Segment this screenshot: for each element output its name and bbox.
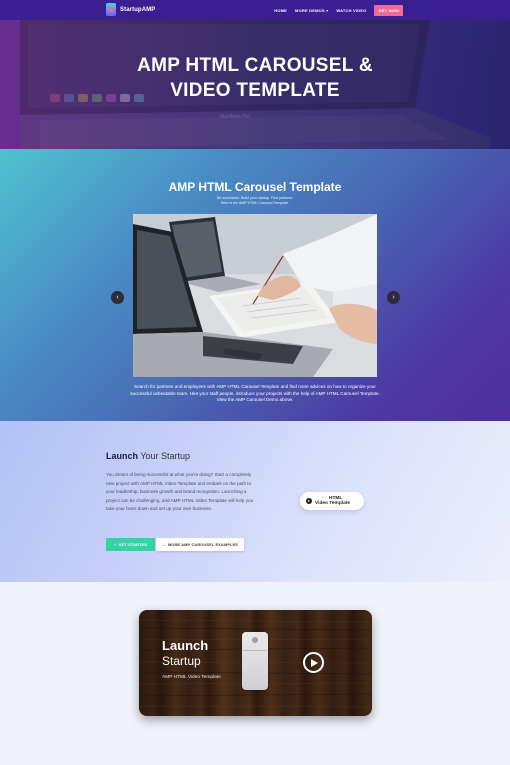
more-carousel-examples-button[interactable]: → MORE AMP CAROUSEL EXAMPLES (156, 538, 244, 551)
video-player[interactable]: Launch Startup AMP HTML Video Template (139, 610, 372, 716)
carousel-description: Search for partners and employees with A… (105, 384, 405, 404)
nav-more-demos-dropdown[interactable]: MORE DEMOS ▾ (295, 8, 328, 13)
play-circle-icon[interactable] (303, 652, 324, 673)
nav-home-link[interactable]: HOME (274, 8, 287, 13)
hero-section: MacBook Pro AMP HTML CAROUSEL & VIDEO TE… (0, 20, 510, 149)
top-navbar: StartupAMP HOME MORE DEMOS ▾ WATCH VIDEO… (0, 0, 510, 20)
lightning-icon: ⚡ (113, 543, 117, 547)
hero-title-line-2: VIDEO TEMPLATE (170, 80, 340, 101)
brand[interactable]: StartupAMP (106, 3, 155, 16)
nav-menu: HOME MORE DEMOS ▾ WATCH VIDEO GET NOW (274, 5, 403, 16)
launch-heading-rest: Your Startup (138, 451, 191, 461)
carousel-description-line-3: View the AMP Carousel Demo above. (216, 397, 294, 403)
play-icon (306, 498, 312, 504)
carousel-section: AMP HTML Carousel Template Be successful… (0, 149, 510, 421)
phone-image (242, 632, 268, 690)
carousel-subtitle-line-2: Here is the AMP HTML Carousel Template. (220, 201, 290, 205)
carousel-prev-button[interactable]: ‹ (111, 291, 124, 304)
chevron-left-icon: ‹ (116, 294, 119, 301)
pill-label-line-2: Video Template (315, 501, 351, 506)
more-carousel-examples-label: MORE AMP CAROUSEL EXAMPLES (167, 542, 239, 547)
video-section: Launch Startup AMP HTML Video Template (0, 582, 510, 765)
hero-title-line-1: AMP HTML CAROUSEL & (137, 55, 373, 76)
carousel-subtitle: Be successful. Build your startup. Find … (0, 196, 510, 206)
nav-watch-video-link[interactable]: WATCH VIDEO (336, 8, 366, 13)
carousel-slide-image[interactable] (133, 214, 377, 377)
arrow-right-icon: → (161, 542, 166, 547)
launch-paragraph: You dream of being successful at what yo… (106, 472, 254, 511)
launch-section: Launch Your Startup You dream of being s… (0, 421, 510, 582)
pill-label: HTML Video Template (315, 496, 350, 506)
laptops-desk-photo (133, 214, 377, 377)
hero-title: AMP HTML CAROUSEL & VIDEO TEMPLATE (0, 53, 510, 103)
carousel-title: AMP HTML Carousel Template (168, 180, 342, 194)
launch-heading-bold: Launch (106, 451, 139, 461)
carousel-description-line-2: successful unbeatable team. Hire your st… (130, 390, 380, 396)
get-started-label: GET STARTED (118, 542, 148, 547)
video-subtitle: AMP HTML Video Template (162, 675, 221, 680)
chevron-right-icon: › (392, 294, 395, 301)
get-now-button[interactable]: GET NOW (374, 5, 403, 16)
get-started-button[interactable]: ⚡ GET STARTED (106, 538, 155, 551)
carousel-description-line-1: Search for partners and employees with A… (134, 384, 376, 389)
carousel-next-button[interactable]: › (387, 291, 400, 304)
video-title-bold: Launch (162, 638, 209, 653)
brand-logo-icon (106, 3, 116, 16)
video-title-light: Startup (162, 654, 201, 668)
video-template-pill-button[interactable]: HTML Video Template (300, 492, 364, 510)
launch-heading: Launch Your Startup (106, 451, 190, 461)
brand-name: StartupAMP (120, 6, 156, 13)
